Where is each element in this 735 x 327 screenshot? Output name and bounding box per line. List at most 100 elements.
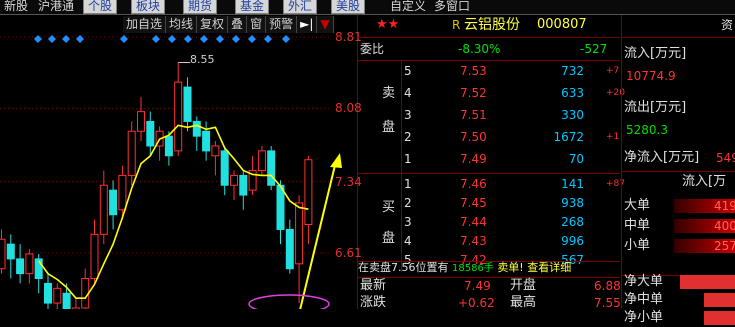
signal-diamond-icon	[184, 35, 192, 43]
candle-body	[118, 174, 127, 211]
signal-diamond-icon	[48, 35, 56, 43]
ticker-volume: 18586手	[452, 263, 494, 274]
candle-body	[53, 287, 62, 304]
adjust-button[interactable]: 复权	[197, 16, 229, 33]
top-tab-1[interactable]: 沪港通	[34, 0, 78, 13]
ticker-text-a: 在卖盘7.56位置有	[358, 261, 449, 274]
ask-level: 3	[404, 108, 412, 122]
candle-body	[202, 130, 211, 152]
ask-price[interactable]: 7.50	[460, 128, 487, 146]
ask-price[interactable]: 7.53	[460, 62, 487, 80]
top-tab-8[interactable]: 自定义	[386, 0, 430, 13]
inflow-column-header: 流入[万	[682, 174, 727, 189]
ask-level: 1	[404, 152, 412, 166]
weibi-label: 委比	[360, 42, 385, 56]
flow-row-value: 400	[714, 219, 735, 233]
signal-diamond-icon	[152, 35, 160, 43]
star-rating-icon: ★★	[376, 17, 400, 32]
ticker-text-c: 卖单! 查看详细	[497, 261, 572, 274]
top-tab-3[interactable]: 板块	[131, 0, 166, 14]
ask-volume: 1672	[553, 130, 584, 144]
dropdown-icon[interactable]: ▼	[317, 16, 334, 33]
capital-flow-panel: 资 流入[万元] 10774.9 流出[万元] 5280.3 净流入[万元] 5…	[621, 15, 735, 325]
candle-body	[230, 174, 238, 186]
window-button[interactable]: 窗	[247, 16, 267, 33]
flow-row-label: 小单	[624, 238, 651, 253]
candle-body	[25, 253, 34, 275]
bid-level: 4	[404, 234, 412, 248]
bid-price[interactable]: 7.43	[460, 232, 487, 250]
next-page-icon[interactable]: ►|	[297, 16, 318, 33]
flow-row-label: 中单	[624, 218, 651, 233]
bid-price[interactable]: 7.46	[460, 175, 487, 193]
stock-name: 云铝股份	[464, 17, 520, 33]
ask-price[interactable]: 7.49	[460, 150, 487, 168]
bid-price[interactable]: 7.44	[460, 213, 487, 231]
moving-average-button[interactable]: 均线	[166, 16, 198, 33]
stock-code: 000807	[537, 17, 587, 32]
r-mark: R	[452, 18, 461, 32]
bid-volume: 996	[561, 234, 584, 248]
add-watchlist-button[interactable]: 加自选	[123, 16, 167, 33]
bid-volume: 141	[561, 177, 584, 191]
open-label: 开盘	[510, 278, 537, 293]
kline-chart-panel[interactable]: 加自选 均线 复权 叠 窗 预警 ►| ▼ 8.81 8.08 7.34 6.6…	[0, 15, 362, 309]
ask-change: +7	[606, 66, 620, 76]
bid-level: 1	[404, 177, 412, 191]
net-flow-row-bar	[704, 293, 735, 307]
bid-price[interactable]: 7.45	[460, 194, 487, 212]
annotation-arrow-head-icon	[330, 153, 342, 168]
bid-level: 3	[404, 215, 412, 229]
signal-diamond-icon	[216, 35, 224, 43]
candle-body	[137, 111, 145, 132]
net-flow-row-label: 净中单	[624, 292, 664, 307]
top-tab-7[interactable]: 美股	[331, 0, 366, 14]
top-tab-9[interactable]: 多窗口	[430, 0, 474, 13]
sell-label-bottom: 盘	[382, 120, 396, 135]
signal-diamond-icon	[76, 35, 84, 43]
weibi-diff: -527	[580, 42, 608, 56]
candle-body	[0, 238, 6, 270]
top-tab-6[interactable]: 外汇	[283, 0, 318, 14]
top-tab-5[interactable]: 基金	[235, 0, 270, 14]
candle-body	[257, 150, 266, 172]
top-tab-2[interactable]: 个股	[83, 0, 118, 14]
candle-body	[99, 184, 108, 235]
candle-body	[276, 184, 285, 230]
top-tab-4[interactable]: 期货	[183, 0, 218, 14]
overlay-button[interactable]: 叠	[228, 16, 248, 33]
top-tab-0[interactable]: 新股	[0, 0, 32, 13]
open-value: 6.88	[594, 279, 621, 293]
candle-body	[164, 135, 173, 157]
candle-body	[174, 81, 183, 152]
candle-body	[192, 120, 201, 137]
order-alert-ticker[interactable]: 在卖盘7.56位置有 18586手 卖单! 查看详细	[358, 259, 571, 277]
ask-volume: 70	[568, 152, 584, 166]
flow-row-label: 大单	[624, 198, 651, 213]
alert-button[interactable]: 预警	[266, 16, 298, 33]
annotation-ellipse	[248, 294, 330, 309]
candle-body	[267, 150, 276, 186]
inflow-label: 流入[万元]	[624, 46, 687, 61]
net-inflow-value: 549	[716, 151, 735, 165]
candle-body	[62, 292, 71, 309]
ask-price[interactable]: 7.52	[460, 84, 487, 102]
inflow-value: 10774.9	[626, 69, 676, 83]
signal-diamond-icon	[232, 35, 240, 43]
ask-level: 4	[404, 86, 412, 100]
kline-chart[interactable]	[0, 15, 357, 309]
weibi-percent: -8.30%	[458, 42, 501, 56]
candle-body	[183, 86, 192, 122]
candle-body	[16, 258, 25, 275]
high-label: 最高	[510, 295, 537, 310]
ask-price[interactable]: 7.51	[460, 106, 487, 124]
net-flow-row-label: 净大单	[624, 274, 664, 289]
ask-volume: 633	[561, 86, 584, 100]
ask-volume: 732	[561, 64, 584, 78]
net-flow-row-bar	[704, 311, 735, 325]
flow-row-value: 257	[714, 239, 735, 253]
sell-label-top: 卖	[382, 86, 396, 101]
signal-diamond-icon	[248, 35, 256, 43]
outflow-label: 流出[万元]	[624, 100, 687, 115]
chart-toolbar: 加自选 均线 复权 叠 窗 预警 ►| ▼	[123, 16, 334, 33]
